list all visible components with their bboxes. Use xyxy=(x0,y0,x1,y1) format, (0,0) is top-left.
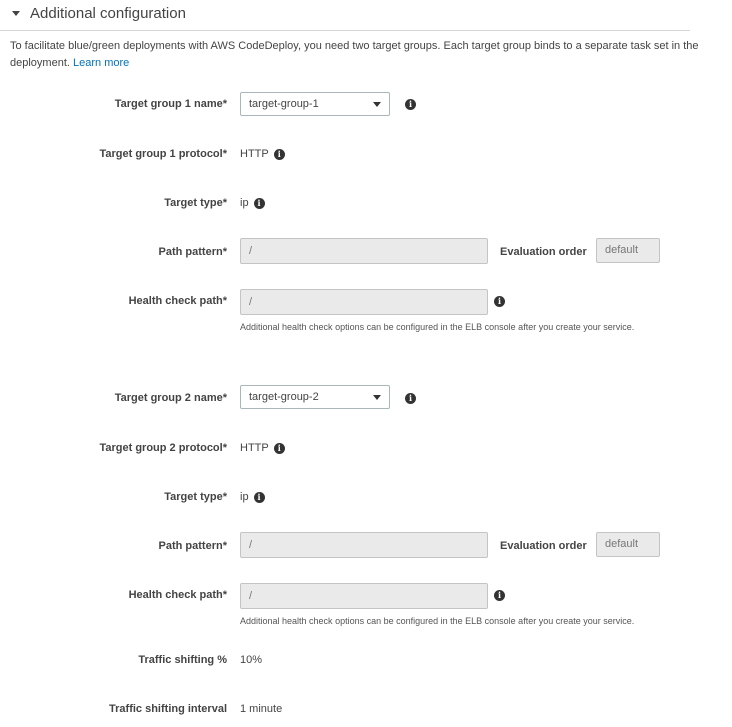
section-intro: To facilitate blue/green deployments wit… xyxy=(10,38,700,72)
tg1-protocol-label: Target group 1 protocol* xyxy=(99,148,227,160)
traffic-interval-label: Traffic shifting interval xyxy=(109,703,227,715)
tg1-type-label: Target type* xyxy=(164,197,227,209)
tg2-protocol: HTTP i xyxy=(240,442,285,454)
tg1-path-label: Path pattern* xyxy=(158,246,227,258)
learn-more-link[interactable]: Learn more xyxy=(73,57,129,69)
info-icon[interactable]: i xyxy=(494,296,505,307)
tg2-type-label: Target type* xyxy=(164,491,227,503)
info-icon[interactable]: i xyxy=(405,99,416,110)
tg1-type: ip i xyxy=(240,197,265,209)
chevron-down-icon xyxy=(373,102,381,107)
tg1-name-value: target-group-1 xyxy=(249,98,319,110)
section-divider xyxy=(0,30,690,31)
tg1-eval-label: Evaluation order xyxy=(500,246,587,258)
tg1-health-label: Health check path* xyxy=(128,295,227,307)
tg1-health-help: Additional health check options can be c… xyxy=(240,322,635,332)
tg2-type-value: ip xyxy=(240,491,249,503)
tg2-protocol-value: HTTP xyxy=(240,442,269,454)
tg1-protocol: HTTP i xyxy=(240,148,285,160)
info-icon[interactable]: i xyxy=(494,590,505,601)
tg2-name-value: target-group-2 xyxy=(249,391,319,403)
tg2-path-label: Path pattern* xyxy=(158,540,227,552)
tg2-name-select[interactable]: target-group-2 xyxy=(240,385,390,409)
info-icon[interactable]: i xyxy=(253,197,265,209)
section-title: Additional configuration xyxy=(30,4,186,22)
tg1-name-select[interactable]: target-group-1 xyxy=(240,92,390,116)
tg2-protocol-label: Target group 2 protocol* xyxy=(99,442,227,454)
collapse-caret-icon[interactable] xyxy=(12,11,20,16)
traffic-interval-value: 1 minute xyxy=(240,703,283,715)
tg2-type: ip i xyxy=(240,491,265,503)
traffic-pct-label: Traffic shifting % xyxy=(138,654,227,666)
tg2-health-input[interactable]: / xyxy=(240,583,488,609)
tg2-health-help: Additional health check options can be c… xyxy=(240,616,635,626)
tg2-eval-input[interactable]: default xyxy=(596,532,660,557)
tg1-type-value: ip xyxy=(240,197,249,209)
info-icon[interactable]: i xyxy=(273,148,285,160)
tg2-name-label: Target group 2 name* xyxy=(114,392,227,404)
tg2-health-label: Health check path* xyxy=(128,589,227,601)
info-icon[interactable]: i xyxy=(253,491,265,503)
info-icon[interactable]: i xyxy=(273,442,285,454)
tg1-health-input[interactable]: / xyxy=(240,289,488,315)
traffic-pct-value: 10% xyxy=(240,654,263,666)
tg1-name-label: Target group 1 name* xyxy=(114,98,227,110)
tg2-eval-label: Evaluation order xyxy=(500,540,587,552)
info-icon[interactable]: i xyxy=(405,393,416,404)
tg1-eval-input[interactable]: default xyxy=(596,238,660,263)
chevron-down-icon xyxy=(373,395,381,400)
tg1-protocol-value: HTTP xyxy=(240,148,269,160)
tg1-path-input[interactable]: / xyxy=(240,238,488,264)
section-header[interactable]: Additional configuration xyxy=(12,2,186,24)
tg2-path-input[interactable]: / xyxy=(240,532,488,558)
